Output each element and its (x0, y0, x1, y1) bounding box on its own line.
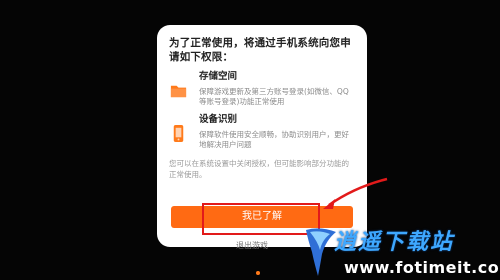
settings-note: 您可以在系统设置中关闭授权，但可能影响部分功能的正常使用。 (169, 159, 349, 179)
permission-storage-name: 存储空间 (199, 71, 238, 82)
permission-dialog: 为了正常使用，将通过手机系统向您申请如下权限： 存储空间 保障游戏更新及第三方账… (157, 25, 367, 247)
permission-device: 设备识别 保障软件使用安全顺畅，协助识别用户，更好地解决用户问题 (169, 114, 355, 150)
confirm-button[interactable]: 我已了解 (171, 206, 353, 228)
folder-icon (170, 85, 187, 98)
permission-device-name: 设备识别 (199, 114, 238, 125)
permission-storage-desc: 保障游戏更新及第三方账号登录(如微信、QQ等账号登录)功能正常使用 (199, 87, 349, 106)
permission-storage: 存储空间 保障游戏更新及第三方账号登录(如微信、QQ等账号登录)功能正常使用 (169, 71, 355, 107)
dialog-title: 为了正常使用，将通过手机系统向您申请如下权限： (169, 37, 351, 63)
exit-game-link[interactable]: 退出游戏 (236, 240, 268, 251)
page-indicator-dot (256, 271, 260, 275)
phone-icon (173, 124, 184, 143)
permission-device-desc: 保障软件使用安全顺畅，协助识别用户，更好地解决用户问题 (199, 130, 349, 149)
